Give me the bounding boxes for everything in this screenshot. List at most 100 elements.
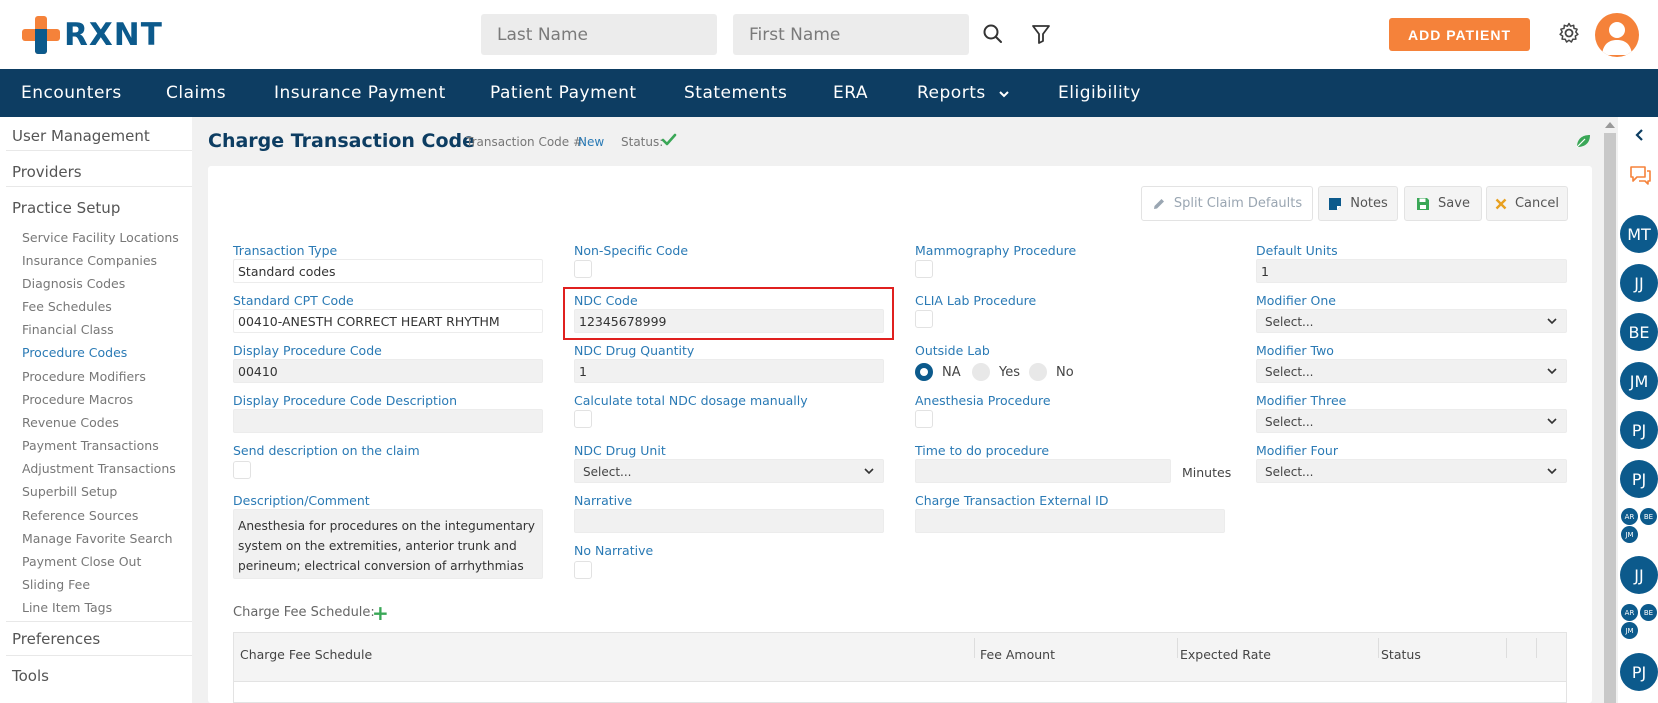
sidebar-item-procedure-modifiers[interactable]: Procedure Modifiers (22, 369, 146, 384)
send-desc-checkbox[interactable] (233, 461, 251, 479)
sidebar-section-practice-setup[interactable]: Practice Setup (12, 199, 120, 217)
sidebar-item-procedure-codes[interactable]: Procedure Codes (22, 345, 127, 360)
anesthesia-checkbox[interactable] (915, 410, 933, 428)
ndc-unit-select[interactable]: Select... (574, 459, 884, 483)
modifier-one-label: Modifier One (1256, 293, 1336, 308)
user-avatar[interactable] (1595, 13, 1639, 57)
first-name-input[interactable] (733, 14, 969, 55)
nav-reports[interactable]: Reports (917, 83, 986, 103)
rail-avatar[interactable]: JM (1620, 362, 1658, 400)
sidebar-section-user-management[interactable]: User Management (12, 127, 150, 145)
display-code-field[interactable]: 00410 (233, 359, 543, 383)
col-fee-amount[interactable]: Fee Amount (980, 647, 1055, 662)
rail-mini-avatar[interactable]: BE (1640, 604, 1657, 621)
sidebar-item-fee-schedules[interactable]: Fee Schedules (22, 299, 112, 314)
sidebar-item-financial-class[interactable]: Financial Class (22, 322, 114, 337)
right-rail: MT JJ BE JM PJ PJ AR BE JM JJ AR BE JM P… (1618, 117, 1658, 703)
save-button[interactable]: Save (1404, 186, 1482, 221)
modifier-three-select[interactable]: Select... (1256, 409, 1567, 433)
nav-era[interactable]: ERA (833, 83, 868, 103)
rail-avatar[interactable]: PJ (1620, 411, 1658, 449)
rail-mini-avatar[interactable]: JM (1621, 622, 1638, 639)
sidebar-section-preferences[interactable]: Preferences (12, 630, 100, 648)
description-line: system on the extremities, anterior trun… (238, 539, 517, 553)
leaf-icon (1576, 135, 1590, 148)
col-status[interactable]: Status (1381, 647, 1421, 662)
chevron-down-icon[interactable] (998, 89, 1010, 99)
cancel-button[interactable]: Cancel (1486, 186, 1568, 221)
rail-avatar[interactable]: JJ (1620, 556, 1658, 594)
display-desc-field[interactable] (233, 409, 543, 433)
sidebar-item-revenue-codes[interactable]: Revenue Codes (22, 415, 119, 430)
rail-avatar[interactable]: PJ (1620, 460, 1658, 498)
mammography-checkbox[interactable] (915, 260, 933, 278)
narrative-field[interactable] (574, 509, 884, 533)
transaction-type-field[interactable]: Standard codes (233, 259, 543, 283)
minutes-unit-label: Minutes (1182, 465, 1232, 480)
rxnt-logo[interactable]: RXNT (22, 16, 163, 54)
sidebar-item-service-facility-locations[interactable]: Service Facility Locations (22, 230, 179, 245)
sidebar-item-payment-close-out[interactable]: Payment Close Out (22, 554, 141, 569)
nav-eligibility[interactable]: Eligibility (1058, 83, 1141, 103)
sidebar-item-adjustment-transactions[interactable]: Adjustment Transactions (22, 461, 176, 476)
scroll-up-arrow-icon[interactable] (1605, 122, 1615, 128)
add-patient-button[interactable]: ADD PATIENT (1389, 18, 1530, 51)
sidebar-item-procedure-macros[interactable]: Procedure Macros (22, 392, 133, 407)
modifier-one-select[interactable]: Select... (1256, 309, 1567, 333)
modifier-two-select[interactable]: Select... (1256, 359, 1567, 383)
sidebar-item-payment-transactions[interactable]: Payment Transactions (22, 438, 159, 453)
ndc-unit-label: NDC Drug Unit (574, 443, 666, 458)
nav-statements[interactable]: Statements (684, 83, 787, 103)
sidebar-item-superbill-setup[interactable]: Superbill Setup (22, 484, 117, 499)
clia-checkbox[interactable] (915, 310, 933, 328)
sidebar-section-tools[interactable]: Tools (12, 667, 49, 685)
no-narrative-checkbox[interactable] (574, 561, 592, 579)
add-fee-schedule-icon[interactable]: + (372, 601, 389, 625)
rail-mini-avatar[interactable]: AR (1621, 508, 1638, 525)
default-units-field[interactable]: 1 (1256, 259, 1567, 283)
time-to-do-field[interactable] (915, 459, 1171, 483)
description-textarea[interactable]: Anesthesia for procedures on the integum… (233, 509, 543, 579)
modifier-one-value: Select... (1265, 315, 1314, 329)
filter-icon[interactable] (1029, 22, 1053, 46)
scrollbar-thumb[interactable] (1604, 133, 1616, 703)
sidebar-item-diagnosis-codes[interactable]: Diagnosis Codes (22, 276, 125, 291)
col-expected-rate[interactable]: Expected Rate (1180, 647, 1271, 662)
outside-lab-radio-no[interactable] (1029, 363, 1047, 381)
rail-avatar[interactable]: JJ (1620, 264, 1658, 302)
split-claim-defaults-button[interactable]: Split Claim Defaults (1141, 186, 1313, 221)
rail-avatar[interactable]: PJ (1620, 653, 1658, 691)
rail-avatar[interactable]: MT (1620, 215, 1658, 253)
standard-cpt-field[interactable]: 00410-ANESTH CORRECT HEART RHYTHM (233, 309, 543, 333)
search-icon[interactable] (981, 22, 1005, 46)
calc-ndc-checkbox[interactable] (574, 410, 592, 428)
rail-mini-avatar[interactable]: JM (1621, 526, 1638, 543)
rail-avatar[interactable]: BE (1620, 313, 1658, 351)
nav-patient-payment[interactable]: Patient Payment (490, 83, 637, 103)
chat-bubbles-icon[interactable] (1628, 164, 1652, 186)
ndc-qty-field[interactable]: 1 (574, 359, 884, 383)
nav-encounters[interactable]: Encounters (21, 83, 122, 103)
rail-mini-avatar[interactable]: BE (1640, 508, 1657, 525)
col-charge-fee-schedule[interactable]: Charge Fee Schedule (240, 647, 372, 662)
sidebar-item-insurance-companies[interactable]: Insurance Companies (22, 253, 157, 268)
non-specific-checkbox[interactable] (574, 260, 592, 278)
last-name-input[interactable] (481, 14, 717, 55)
external-id-field[interactable] (915, 509, 1225, 533)
gear-icon[interactable] (1557, 21, 1581, 45)
sidebar-item-manage-favorite-search[interactable]: Manage Favorite Search (22, 531, 173, 546)
sidebar-item-line-item-tags[interactable]: Line Item Tags (22, 600, 112, 615)
nav-insurance-payment[interactable]: Insurance Payment (274, 83, 446, 103)
chevron-down-icon (1547, 468, 1557, 475)
outside-lab-radio-na[interactable] (915, 363, 933, 381)
notes-button[interactable]: Notes (1318, 186, 1398, 221)
sidebar-item-sliding-fee[interactable]: Sliding Fee (22, 577, 90, 592)
modifier-four-select[interactable]: Select... (1256, 459, 1567, 483)
sidebar-item-reference-sources[interactable]: Reference Sources (22, 508, 138, 523)
nav-claims[interactable]: Claims (166, 83, 226, 103)
rail-mini-avatar[interactable]: AR (1621, 604, 1638, 621)
status-check-icon (661, 133, 677, 146)
outside-lab-radio-yes[interactable] (972, 363, 990, 381)
chevron-left-icon[interactable] (1634, 128, 1644, 142)
sidebar-section-providers[interactable]: Providers (12, 163, 82, 181)
